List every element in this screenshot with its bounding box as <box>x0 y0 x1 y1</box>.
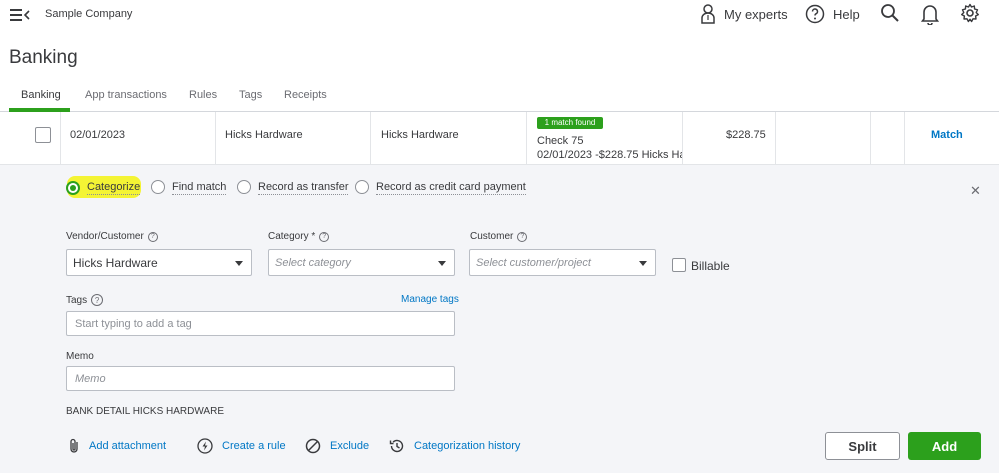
company-name[interactable]: Sample Company <box>45 8 132 20</box>
my-experts-label: My experts <box>724 6 788 22</box>
record-cc-payment-label[interactable]: Record as credit card payment <box>376 181 526 195</box>
transaction-amount: $228.75 <box>726 129 766 141</box>
customer-select[interactable]: Select customer/project <box>469 249 656 276</box>
help-icon <box>805 4 825 24</box>
memo-label-text: Memo <box>66 351 94 362</box>
categorization-history-link[interactable]: Categorization history <box>389 438 520 454</box>
add-button[interactable]: Add <box>908 432 981 460</box>
manage-tags-link[interactable]: Manage tags <box>401 294 459 305</box>
categorize-radio[interactable] <box>66 181 80 195</box>
column-divider <box>904 112 905 165</box>
record-transfer-radio[interactable] <box>237 180 251 194</box>
record-transfer-label[interactable]: Record as transfer <box>258 181 349 195</box>
match-action-link[interactable]: Match <box>931 129 963 141</box>
help-button[interactable]: Help <box>805 4 860 24</box>
column-divider <box>526 112 527 165</box>
chevron-down-icon <box>639 261 647 266</box>
find-match-label[interactable]: Find match <box>172 181 227 195</box>
bank-detail-value: HICKS HARDWARE <box>132 406 224 417</box>
memo-input[interactable]: Memo <box>66 366 455 391</box>
column-divider <box>370 112 371 165</box>
memo-placeholder: Memo <box>75 372 106 385</box>
help-question-icon[interactable]: ? <box>517 231 528 242</box>
search-icon[interactable] <box>880 3 900 23</box>
match-found-badge: 1 match found <box>537 117 603 129</box>
tags-placeholder: Start typing to add a tag <box>75 317 192 330</box>
billable-checkbox[interactable] <box>672 258 686 272</box>
my-experts-button[interactable]: My experts <box>700 4 788 24</box>
categorization-history-label: Categorization history <box>414 440 521 452</box>
collapse-menu-icon[interactable] <box>10 8 32 22</box>
column-divider <box>870 112 871 165</box>
vendor-customer-label-text: Vendor/Customer <box>66 231 144 242</box>
transaction-payee: Hicks Hardware <box>381 129 459 141</box>
prohibited-icon <box>305 438 321 454</box>
chevron-down-icon <box>438 261 446 266</box>
billable-label: Billable <box>691 259 730 273</box>
help-question-icon[interactable]: ? <box>91 294 104 306</box>
tab-banking[interactable]: Banking <box>21 89 61 101</box>
add-attachment-label: Add attachment <box>89 440 167 452</box>
memo-label: Memo <box>66 351 94 362</box>
bank-detail: BANK DETAIL HICKS HARDWARE <box>66 406 224 417</box>
column-divider <box>682 112 683 165</box>
lightning-bolt-icon <box>197 438 213 454</box>
settings-gear-icon[interactable] <box>960 3 980 23</box>
category-label: Category * ? <box>268 231 330 242</box>
customer-label-text: Customer <box>470 231 514 242</box>
add-attachment-link[interactable]: Add attachment <box>68 438 166 454</box>
customer-label: Customer ? <box>470 231 528 242</box>
category-select[interactable]: Select category <box>268 249 455 276</box>
category-label-text: Category * <box>268 231 316 242</box>
categorize-label[interactable]: Categorize <box>87 181 141 195</box>
help-label: Help <box>833 6 860 22</box>
tab-receipts[interactable]: Receipts <box>284 89 327 101</box>
record-cc-payment-radio[interactable] <box>355 180 369 194</box>
tab-app-transactions[interactable]: App transactions <box>85 89 167 101</box>
help-question-icon[interactable]: ? <box>319 231 330 242</box>
tab-rules[interactable]: Rules <box>189 89 217 101</box>
chevron-down-icon <box>235 261 243 266</box>
tags-label: Tags ? <box>66 294 104 306</box>
transaction-description: Hicks Hardware <box>225 129 303 141</box>
create-rule-label: Create a rule <box>222 440 286 452</box>
create-rule-link[interactable]: Create a rule <box>197 438 286 454</box>
vendor-customer-value: Hicks Hardware <box>73 255 158 270</box>
history-clock-icon <box>389 438 405 454</box>
column-divider <box>60 112 61 165</box>
tags-input[interactable]: Start typing to add a tag <box>66 311 455 336</box>
split-button[interactable]: Split <box>825 432 900 460</box>
match-detail: 02/01/2023 -$228.75 Hicks Ha <box>537 149 682 161</box>
expert-person-icon <box>700 4 716 24</box>
exclude-link[interactable]: Exclude <box>305 438 369 454</box>
row-select-checkbox[interactable] <box>35 127 51 143</box>
tab-tags[interactable]: Tags <box>239 89 262 101</box>
vendor-customer-label: Vendor/Customer ? <box>66 231 158 242</box>
customer-placeholder: Select customer/project <box>476 256 591 269</box>
transaction-row[interactable] <box>0 112 999 165</box>
vendor-customer-select[interactable]: Hicks Hardware <box>66 249 252 276</box>
category-placeholder: Select category <box>275 256 351 269</box>
help-question-icon[interactable]: ? <box>147 231 158 242</box>
tab-bar: Banking App transactions Rules Tags Rece… <box>0 88 999 112</box>
page-title: Banking <box>9 47 78 68</box>
column-divider <box>775 112 776 165</box>
transaction-date: 02/01/2023 <box>70 129 126 141</box>
match-title: Check 75 <box>537 135 584 147</box>
notifications-bell-icon[interactable] <box>921 3 939 25</box>
close-icon[interactable]: ✕ <box>970 183 981 199</box>
paperclip-icon <box>68 438 80 454</box>
bank-detail-label: BANK DETAIL <box>66 406 130 417</box>
exclude-label: Exclude <box>330 440 370 452</box>
find-match-radio[interactable] <box>151 180 165 194</box>
tags-label-text: Tags <box>66 294 88 306</box>
column-divider <box>215 112 216 165</box>
